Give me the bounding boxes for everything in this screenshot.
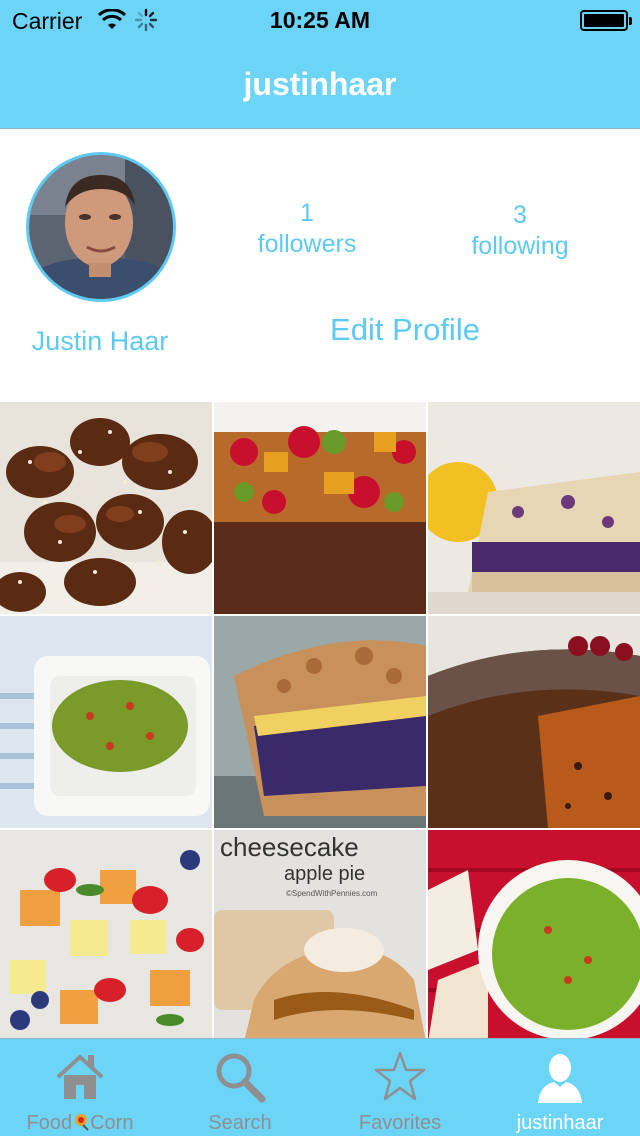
profile-section: Justin Haar 1 followers 3 following Edit… (0, 130, 640, 402)
grid-photo-sesame-chicken[interactable] (0, 402, 212, 614)
apple-pie-subtitle: apple pie (284, 863, 365, 885)
page-title: justinhaar (243, 66, 397, 102)
following-count: 3 (513, 201, 527, 229)
tab-label-food: Food (26, 1112, 73, 1134)
battery-icon (580, 10, 632, 31)
fruit-salad-photo (0, 830, 212, 1042)
tab-favorites[interactable]: Favorites (320, 1039, 480, 1136)
tab-label-search: Search (208, 1112, 272, 1134)
avatar-photo (29, 155, 173, 299)
followers-stat[interactable]: 1 followers (230, 198, 384, 260)
apple-pie-title: cheesecake (220, 832, 359, 862)
apple-pie-credit: ©SpendWithPennies.com (286, 889, 378, 898)
grid-photo-apple-pie[interactable]: cheesecake apple pie ©SpendWithPennies.c… (214, 830, 426, 1042)
edit-profile-button[interactable]: Edit Profile (300, 312, 510, 348)
pumpkin-cake-photo (428, 616, 640, 828)
grid-photo-guacamole-bowl[interactable] (428, 830, 640, 1042)
photo-grid: cheesecake apple pie ©SpendWithPennies.c… (0, 402, 640, 1042)
grid-photo-blueberry-pie[interactable] (214, 616, 426, 828)
tab-label-profile: justinhaar (516, 1112, 604, 1134)
guacamole-bowl-photo (428, 830, 640, 1042)
blueberry-pie-photo (214, 616, 426, 828)
followers-count: 1 (300, 199, 314, 227)
followers-label: followers (257, 230, 357, 258)
sesame-chicken-photo (0, 402, 212, 614)
star-icon (374, 1051, 426, 1101)
profile-name: Justin Haar (31, 326, 169, 356)
tab-bar: Food Corn Search Favorites justinhaar (0, 1038, 640, 1136)
grid-photo-pumpkin-cake[interactable] (428, 616, 640, 828)
tab-home[interactable]: Food Corn (0, 1039, 160, 1136)
search-icon (216, 1053, 266, 1103)
header: Carrier 10:25 AM justinhaar (0, 0, 640, 129)
lollipop-icon (75, 1114, 89, 1131)
status-time: 10:25 AM (269, 7, 371, 33)
berry-bars-photo (428, 402, 640, 614)
guacamole-photo (0, 616, 212, 828)
grid-photo-fruit-salad[interactable] (0, 830, 212, 1042)
grid-photo-guacamole[interactable] (0, 616, 212, 828)
tab-profile[interactable]: justinhaar (480, 1039, 640, 1136)
home-icon (56, 1055, 104, 1099)
following-stat[interactable]: 3 following (440, 200, 600, 262)
grid-photo-fruitcake[interactable] (214, 402, 426, 614)
avatar[interactable] (26, 152, 176, 302)
tab-search[interactable]: Search (160, 1039, 320, 1136)
fruitcake-photo (214, 402, 426, 614)
person-icon (538, 1054, 582, 1103)
following-label: following (471, 232, 569, 260)
apple-pie-photo: cheesecake apple pie ©SpendWithPennies.c… (214, 830, 426, 1042)
grid-photo-berry-bars[interactable] (428, 402, 640, 614)
status-bar: Carrier 10:25 AM (0, 0, 640, 40)
tab-label-corn: Corn (90, 1112, 134, 1134)
tab-label-favorites: Favorites (358, 1112, 442, 1134)
